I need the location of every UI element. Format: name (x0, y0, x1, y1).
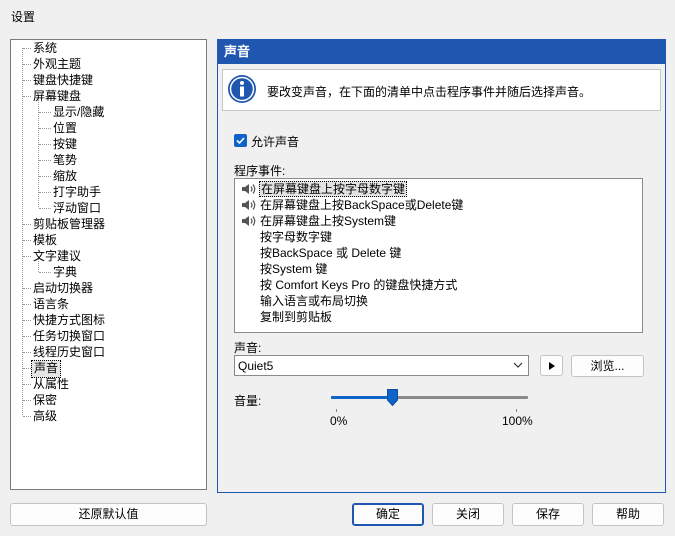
tree-connector (23, 304, 31, 305)
tree-item-templates[interactable]: 模板 (33, 232, 57, 248)
speaker-icon (242, 216, 256, 226)
event-label: 在屏幕键盘上按BackSpace或Delete键 (260, 198, 464, 212)
tree-connector (23, 400, 31, 401)
sound-select-value: Quiet5 (238, 359, 274, 373)
play-sound-button[interactable] (540, 355, 563, 376)
tree-item-launch-switcher[interactable]: 启动切换器 (33, 280, 93, 296)
sound-label: 声音: (234, 341, 262, 355)
tree-connector (39, 112, 51, 113)
tree-connector (22, 48, 23, 415)
event-label: 在屏幕键盘上按字母数字键 (259, 181, 408, 197)
tree-item-clipboard-manager[interactable]: 剪贴板管理器 (33, 216, 105, 232)
tree-connector (23, 256, 31, 257)
tree-connector (39, 128, 51, 129)
help-button[interactable]: 帮助 (592, 503, 664, 526)
info-icon (228, 75, 256, 103)
tree-item-onscreen-keyboard[interactable]: 屏幕键盘 (33, 88, 81, 104)
panel-header: 声音 (218, 40, 665, 64)
allow-sound-label[interactable]: 允许声音 (251, 133, 299, 150)
volume-max-label: 100% (502, 414, 533, 428)
tree-item-shortcut-icons[interactable]: 快捷方式图标 (33, 312, 105, 328)
save-button[interactable]: 保存 (512, 503, 584, 526)
tree-item-system[interactable]: 系统 (33, 40, 57, 56)
volume-slider-fill (331, 396, 393, 399)
info-box: 要改变声音，在下面的清单中点击程序事件并随后选择声音。 (222, 69, 661, 111)
sound-select[interactable]: Quiet5 (234, 355, 529, 376)
tree-item-thread-history-window[interactable]: 线程历史窗口 (33, 344, 105, 360)
tree-item-privacy[interactable]: 保密 (33, 392, 57, 408)
tree-connector (23, 352, 31, 353)
tree-item-text-suggestions[interactable]: 文字建议 (33, 248, 81, 264)
tree-connector (23, 96, 31, 97)
event-label: 按 Comfort Keys Pro 的键盘快捷方式 (260, 278, 458, 292)
tree-connector (39, 208, 51, 209)
speaker-icon (242, 200, 256, 210)
event-label: 按System 键 (260, 262, 328, 276)
info-text: 要改变声音，在下面的清单中点击程序事件并随后选择声音。 (267, 85, 592, 99)
tree-connector (39, 192, 51, 193)
tree-item-advanced[interactable]: 高级 (33, 408, 57, 424)
tree-connector (23, 240, 31, 241)
window-title: 设置 (11, 10, 36, 24)
tree-item-appearance[interactable]: 外观主题 (33, 56, 81, 72)
tree-item-position[interactable]: 位置 (53, 120, 77, 136)
tree-connector (23, 320, 31, 321)
tree-connector (23, 336, 31, 337)
volume-slider-thumb[interactable] (386, 389, 398, 406)
tree-item-zoom[interactable]: 缩放 (53, 168, 77, 184)
volume-tick (516, 409, 517, 412)
tree-connector (23, 368, 31, 369)
tree-item-keys[interactable]: 按键 (53, 136, 77, 152)
speaker-icon (242, 184, 256, 194)
tree-connector (39, 160, 51, 161)
allow-sound-checkbox[interactable] (234, 134, 247, 147)
event-label: 按字母数字键 (260, 230, 333, 244)
tree-connector (23, 416, 31, 417)
events-label: 程序事件: (234, 164, 286, 178)
volume-tick (336, 409, 337, 412)
tree-connector (39, 144, 51, 145)
volume-min-label: 0% (330, 414, 348, 428)
play-icon (549, 362, 555, 370)
event-label: 在屏幕键盘上按System键 (260, 214, 397, 228)
event-label: 复制到剪贴板 (260, 310, 333, 324)
tree-connector (23, 288, 31, 289)
chevron-down-icon (513, 362, 523, 368)
sound-settings-panel: 声音 要改变声音，在下面的清单中点击程序事件并随后选择声音。 允许声音 程序事件… (217, 39, 666, 493)
tree-connector (23, 384, 31, 385)
tree-item-subordinate-properties[interactable]: 从属性 (33, 376, 69, 392)
tree-item-keyboard-shortcuts[interactable]: 键盘快捷键 (33, 72, 93, 88)
event-label: 按BackSpace 或 Delete 键 (260, 246, 402, 260)
tree-item-task-switch-window[interactable]: 任务切换窗口 (33, 328, 105, 344)
tree-item-language-bar[interactable]: 语言条 (33, 296, 69, 312)
tree-connector (39, 176, 51, 177)
event-label: 输入语言或布局切换 (260, 294, 369, 308)
tree-connector (39, 272, 51, 273)
settings-tree[interactable]: 系统 外观主题 键盘快捷键 屏幕键盘 显示/隐藏 位置 按键 笔势 缩放 打字助… (10, 39, 207, 490)
tree-item-show-hide[interactable]: 显示/隐藏 (53, 104, 104, 120)
browse-button[interactable]: 浏览... (571, 355, 644, 377)
tree-item-typing-assistant[interactable]: 打字助手 (53, 184, 101, 200)
program-events-list[interactable]: 在屏幕键盘上按字母数字键 在屏幕键盘上按BackSpace或Delete键 在屏… (234, 178, 643, 333)
reset-defaults-button[interactable]: 还原默认值 (10, 503, 207, 526)
tree-connector (23, 64, 31, 65)
tree-item-floating-window[interactable]: 浮动窗口 (53, 200, 101, 216)
checkmark-icon (236, 137, 245, 145)
close-button[interactable]: 关闭 (432, 503, 504, 526)
volume-label: 音量: (234, 394, 262, 408)
tree-connector (23, 80, 31, 81)
ok-button[interactable]: 确定 (352, 503, 424, 526)
tree-item-gestures[interactable]: 笔势 (53, 152, 77, 168)
tree-item-dictionary[interactable]: 字典 (53, 264, 77, 280)
tree-connector (23, 48, 31, 49)
tree-connector (23, 224, 31, 225)
